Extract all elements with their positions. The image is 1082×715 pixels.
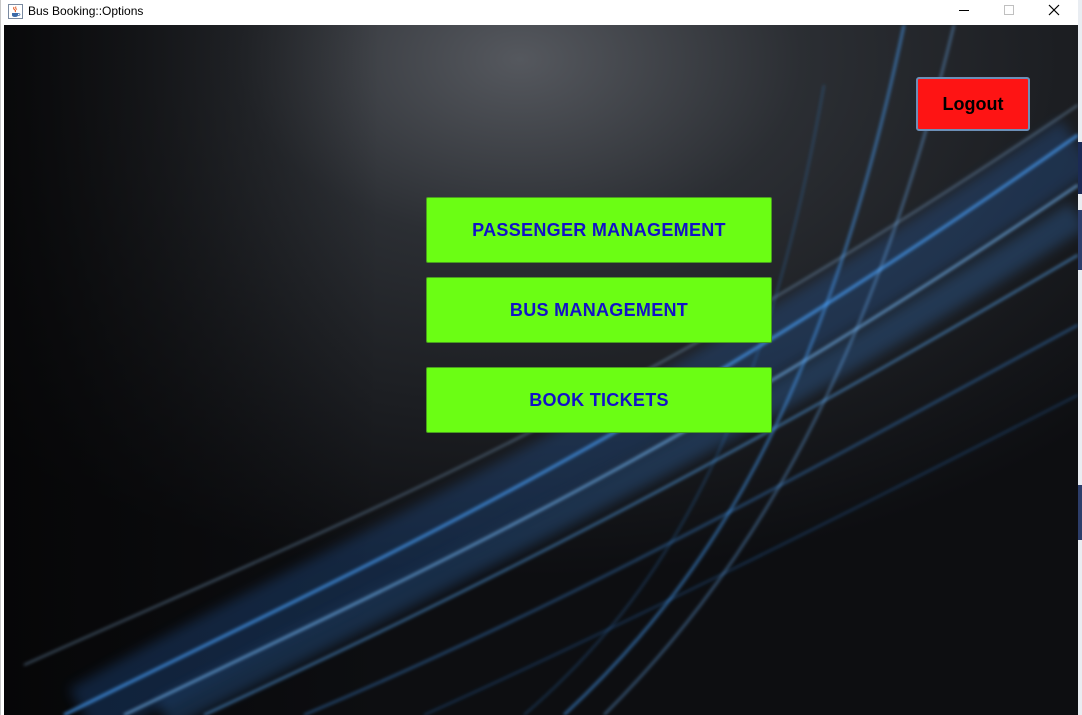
maximize-button[interactable] — [986, 0, 1032, 24]
options-panel: Logout PASSENGER MANAGEMENT BUS MANAGEME… — [4, 25, 1078, 715]
minimize-icon — [958, 3, 970, 21]
java-cup-icon — [8, 4, 23, 19]
logout-button[interactable]: Logout — [916, 77, 1030, 131]
passenger-management-button[interactable]: PASSENGER MANAGEMENT — [426, 197, 772, 263]
minimize-button[interactable] — [941, 0, 987, 24]
close-icon — [1048, 3, 1060, 21]
desktop: Bus Booking::Options Logout PASSENGER MA… — [0, 0, 1082, 715]
title-bar[interactable]: Bus Booking::Options — [1, 0, 1078, 24]
bus-management-button[interactable]: BUS MANAGEMENT — [426, 277, 772, 343]
close-button[interactable] — [1031, 0, 1077, 24]
book-tickets-button[interactable]: BOOK TICKETS — [426, 367, 772, 433]
maximize-icon — [1003, 3, 1015, 21]
app-window: Bus Booking::Options Logout PASSENGER MA… — [0, 0, 1078, 715]
window-title: Bus Booking::Options — [28, 4, 144, 18]
